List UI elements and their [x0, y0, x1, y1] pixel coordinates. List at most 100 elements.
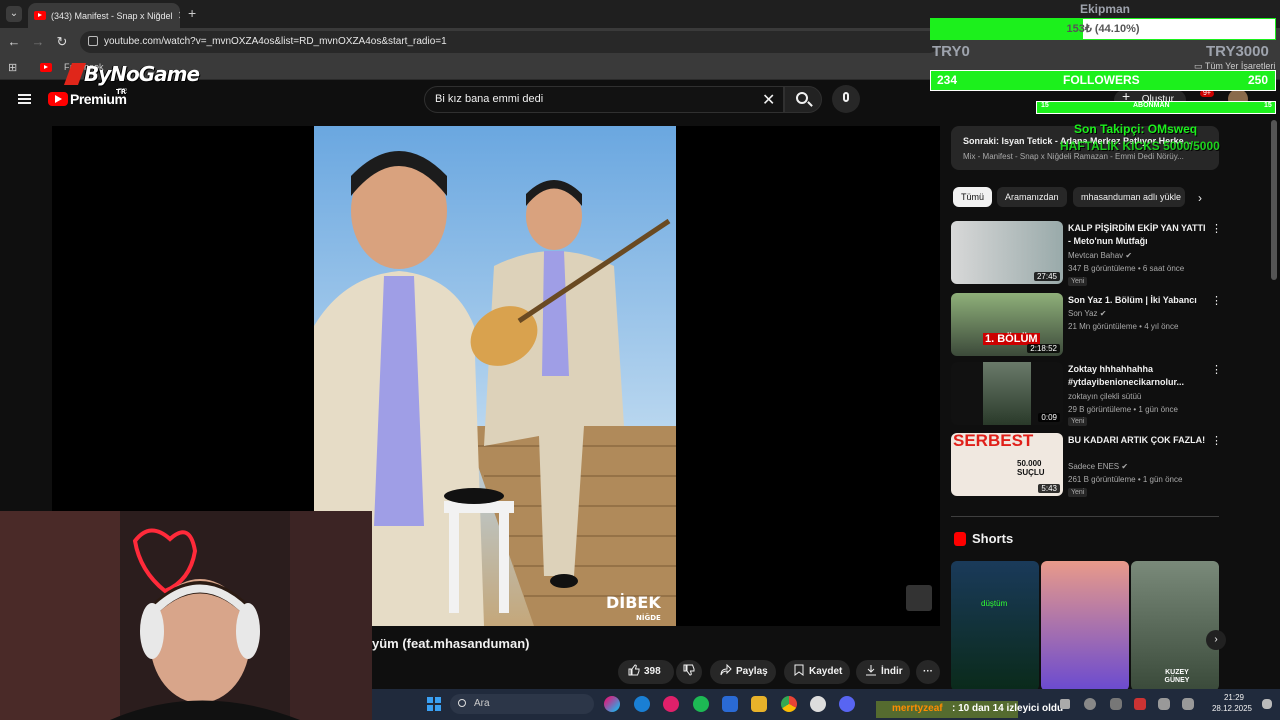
video-duration: 27:45 — [1033, 272, 1060, 281]
copilot-icon[interactable] — [604, 696, 620, 712]
rec-title[interactable]: BU KADARI ARTIK ÇOK FAZLA! — [1068, 434, 1208, 447]
video-thumbnail[interactable]: 0:09 — [951, 362, 1063, 425]
media-player-icon[interactable] — [663, 696, 679, 712]
tray-icon[interactable] — [1110, 698, 1122, 710]
new-badge: Yeni — [1068, 277, 1088, 286]
list-item[interactable]: 27:45 KALP PİŞİRDİM EKİP YAN YATTI - Met… — [951, 221, 1222, 286]
verified-icon: ✔ — [1121, 462, 1129, 471]
notification-center-icon[interactable] — [1262, 699, 1272, 709]
discord-icon[interactable] — [839, 696, 855, 712]
video-channel-watermark[interactable] — [906, 585, 932, 611]
rec-views: 261 B görüntüleme — [1068, 475, 1136, 484]
last-follower: Son Takipçi: OMsweq — [1074, 122, 1198, 136]
video-duration: 2:18:52 — [1027, 344, 1060, 353]
back-icon[interactable]: ← — [6, 34, 22, 49]
youtube-favicon-icon — [34, 11, 46, 20]
share-button[interactable]: Paylaş — [710, 660, 776, 684]
rec-title[interactable]: KALP PİŞİRDİM EKİP YAN YATTI - Meto'nun … — [1068, 222, 1208, 248]
short-thumbnail[interactable]: KUZEY GÜNEY — [1131, 561, 1219, 691]
like-count: 398 — [644, 666, 661, 677]
video-title: yüm (feat.mhasanduman) — [372, 636, 530, 651]
scrollbar[interactable] — [1271, 120, 1277, 280]
chat-message: : 10 dan 14 izleyici oldu — [952, 703, 1064, 714]
chip-from-search[interactable]: Aramanızdan — [997, 187, 1067, 207]
youtube-logo-icon[interactable] — [48, 92, 68, 106]
chrome-icon[interactable] — [781, 696, 797, 712]
tab-close-icon[interactable]: ✕ — [178, 9, 180, 22]
clear-search-icon[interactable]: ✕ — [762, 90, 775, 110]
download-label: İndir — [881, 666, 903, 677]
bynogame-logo: ByNoGame TR — [63, 62, 200, 96]
save-label: Kaydet — [809, 666, 843, 677]
rec-meta: 29 B görüntüleme • 1 gün önce — [1068, 405, 1178, 414]
shorts-next-button[interactable]: › — [1206, 630, 1226, 650]
apps-grid-icon[interactable]: ⊞ — [8, 61, 17, 74]
taskbar-date[interactable]: 28.12.2025 — [1208, 704, 1256, 713]
list-item[interactable]: SERBEST 50.000 SUÇLU 5:43 BU KADARI ARTI… — [951, 433, 1222, 497]
download-button[interactable]: İndir — [856, 660, 910, 684]
chip-all[interactable]: Tümü — [953, 187, 993, 207]
site-info-icon[interactable] — [88, 36, 98, 46]
chip-channel-uploads[interactable]: mhasanduman adlı yükle — [1073, 187, 1185, 207]
more-icon[interactable]: ⋮ — [1211, 363, 1222, 376]
thumbnail-text: SERBEST — [953, 433, 1034, 450]
browser-tab-active[interactable]: (343) Manifest - Snap x Niğdel ✕ — [28, 3, 180, 28]
windows-start-icon[interactable] — [427, 697, 441, 711]
video-thumbnail[interactable]: 1. BÖLÜM 2:18:52 — [951, 293, 1063, 356]
bookmark-icon — [793, 662, 805, 676]
more-icon[interactable]: ⋮ — [1211, 222, 1222, 235]
new-tab-button[interactable]: + — [188, 5, 196, 21]
rec-channel[interactable]: Son Yaz ✔ — [1068, 309, 1106, 318]
rec-channel[interactable]: zoktayın çilekli sütüü — [1068, 392, 1141, 401]
menu-hamburger-icon[interactable] — [18, 94, 31, 104]
list-item[interactable]: 1. BÖLÜM 2:18:52 Son Yaz 1. Bölüm | İki … — [951, 293, 1222, 357]
save-button[interactable]: Kaydet — [784, 660, 850, 684]
goal-title: Ekipman — [1080, 2, 1131, 16]
youtube-bookmark-icon[interactable] — [40, 63, 52, 72]
notification-badge[interactable]: 9+ — [1200, 90, 1214, 97]
volume-icon[interactable] — [1158, 698, 1170, 710]
video-thumbnail[interactable]: 27:45 — [951, 221, 1063, 284]
forward-icon[interactable]: → — [30, 34, 46, 49]
more-actions-button[interactable]: ··· — [916, 660, 940, 684]
file-explorer-icon[interactable] — [751, 696, 767, 712]
url-bar[interactable]: youtube.com/watch?v=_mvnOXZA4os&list=RD_… — [80, 31, 940, 53]
rec-age: 1 gün önce — [1138, 405, 1178, 414]
short-thumbnail[interactable]: düştüm — [951, 561, 1039, 691]
spotify-icon[interactable] — [693, 696, 709, 712]
store-icon[interactable] — [722, 696, 738, 712]
thumbnail-text-2: 50.000 SUÇLU — [1017, 459, 1045, 477]
tray-icon[interactable] — [1134, 698, 1146, 710]
followers-max: 250 — [1248, 73, 1269, 87]
like-button[interactable]: 398 — [618, 660, 674, 684]
short-thumbnail[interactable] — [1041, 561, 1129, 691]
chips-next-icon[interactable]: › — [1198, 191, 1202, 205]
rec-title[interactable]: Son Yaz 1. Bölüm | İki Yabancı — [1068, 294, 1208, 307]
rec-channel-name: zoktayın çilekli sütüü — [1068, 392, 1142, 401]
taskbar-clock[interactable]: 21:29 — [1212, 693, 1256, 702]
reload-icon[interactable]: ↻ — [54, 34, 70, 50]
rec-channel[interactable]: Sadece ENES ✔ — [1068, 462, 1128, 471]
tray-icon[interactable] — [1084, 698, 1096, 710]
short-frame — [983, 362, 1031, 425]
more-icon[interactable]: ⋮ — [1211, 434, 1222, 447]
video-thumbnail[interactable]: SERBEST 50.000 SUÇLU 5:43 — [951, 433, 1063, 496]
taskbar-search-input[interactable]: Ara — [450, 694, 594, 714]
obs-icon[interactable] — [810, 696, 826, 712]
dislike-button[interactable] — [676, 660, 702, 684]
video-duration: 0:09 — [1038, 413, 1060, 422]
network-icon[interactable] — [1182, 698, 1194, 710]
more-icon[interactable]: ⋮ — [1211, 294, 1222, 307]
rec-channel[interactable]: Mevtcan Bahav ✔ — [1068, 251, 1132, 260]
edge-icon[interactable] — [634, 696, 650, 712]
tab-title: (343) Manifest - Snap x Niğdel — [51, 10, 173, 21]
screen: ⌄ (343) Manifest - Snap x Niğdel ✕ + ← →… — [0, 0, 1280, 720]
list-item[interactable]: 0:09 Zoktay hhhahhahha #ytdayibenionecik… — [951, 362, 1222, 426]
share-label: Paylaş — [736, 666, 768, 677]
divider — [951, 516, 1219, 517]
subscriber-count: 15 — [1041, 102, 1049, 109]
tray-icon[interactable] — [1060, 699, 1070, 709]
tab-search-dropdown[interactable]: ⌄ — [6, 6, 22, 22]
rec-title[interactable]: Zoktay hhhahhahha #ytdayibenionecikarnol… — [1068, 363, 1208, 389]
search-input[interactable]: Bi kız bana emmi dedi — [424, 86, 784, 113]
